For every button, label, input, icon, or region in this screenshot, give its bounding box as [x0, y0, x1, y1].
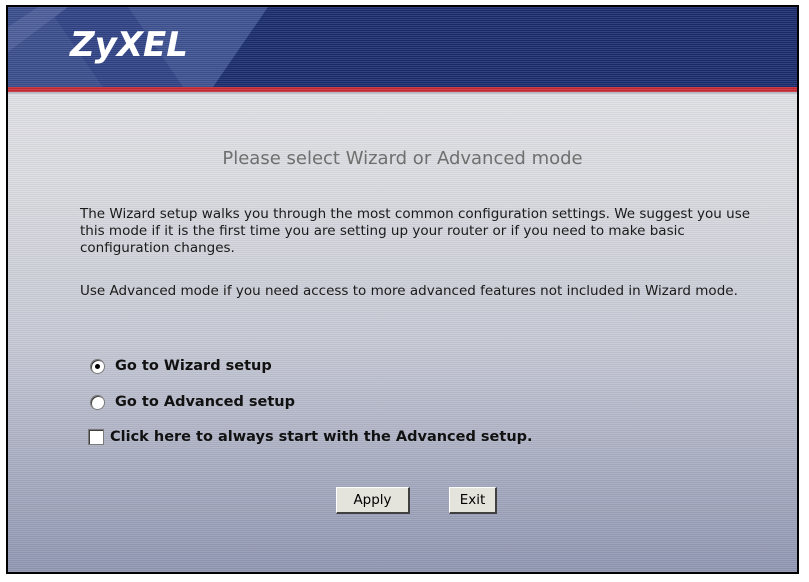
header-divider [8, 92, 797, 94]
always-advanced-label: Click here to always start with the Adva… [110, 429, 533, 445]
wizard-setup-label: Go to Wizard setup [115, 358, 272, 374]
page-title: Please select Wizard or Advanced mode [222, 148, 583, 169]
always-advanced-checkbox[interactable] [88, 429, 104, 445]
apply-button[interactable]: Apply [336, 487, 410, 514]
advanced-setup-radio[interactable] [90, 394, 105, 410]
exit-button[interactable]: Exit [449, 487, 497, 514]
wizard-setup-radio[interactable] [90, 358, 105, 374]
header-banner: ZyXEL [8, 7, 797, 87]
wizard-setup-option[interactable]: Go to Wizard setup [88, 358, 272, 374]
zyxel-logo: ZyXEL [70, 25, 188, 65]
setup-mode-panel: ZyXEL Please select Wizard or Advanced m… [6, 5, 799, 574]
advanced-description: Use Advanced mode if you need access to … [80, 283, 738, 299]
advanced-setup-label: Go to Advanced setup [115, 394, 295, 410]
wizard-description: The Wizard setup walks you through the m… [80, 206, 751, 256]
always-advanced-option[interactable]: Click here to always start with the Adva… [88, 429, 533, 445]
advanced-setup-option[interactable]: Go to Advanced setup [88, 394, 295, 410]
